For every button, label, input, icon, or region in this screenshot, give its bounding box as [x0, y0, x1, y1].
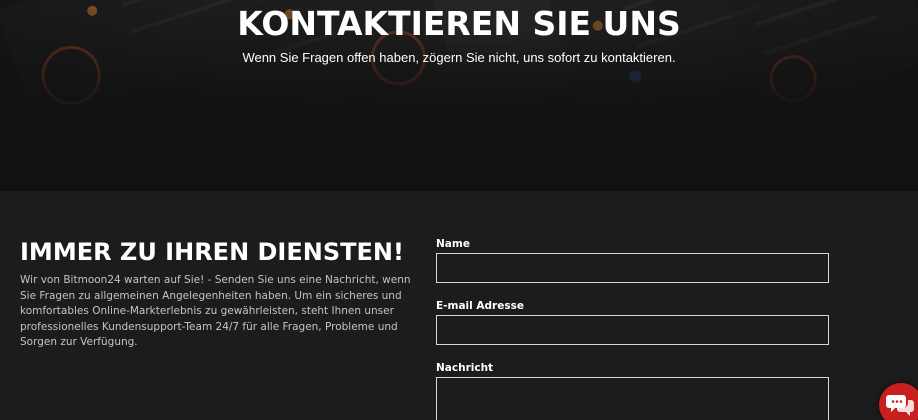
section-title: IMMER ZU IHREN DIENSTEN! — [20, 238, 404, 266]
page-title: KONTAKTIEREN SIE UNS — [237, 4, 681, 43]
page-subtitle: Wenn Sie Fragen offen haben, zögern Sie … — [242, 50, 676, 65]
name-label: Name — [436, 238, 470, 250]
message-textarea[interactable] — [436, 377, 829, 420]
message-label: Nachricht — [436, 362, 494, 374]
email-input[interactable] — [436, 315, 829, 345]
section-description: Wir von Bitmoon24 warten auf Sie! - Send… — [20, 274, 411, 348]
live-chat-button[interactable] — [879, 383, 918, 420]
email-label: E-mail Adresse — [436, 300, 524, 312]
contact-page: KONTAKTIEREN SIE UNS Wenn Sie Fragen off… — [0, 0, 918, 420]
name-input[interactable] — [436, 253, 829, 283]
hero-section: KONTAKTIEREN SIE UNS Wenn Sie Fragen off… — [0, 0, 918, 191]
name-field-group: Name — [436, 237, 830, 283]
chat-bubbles-icon — [886, 395, 914, 416]
email-field-group: E-mail Adresse — [436, 299, 830, 345]
contact-form: Name E-mail Adresse Nachricht — [436, 237, 830, 420]
contact-section: IMMER ZU IHREN DIENSTEN! Wir von Bitmoon… — [0, 191, 918, 420]
message-field-group: Nachricht — [436, 361, 830, 420]
